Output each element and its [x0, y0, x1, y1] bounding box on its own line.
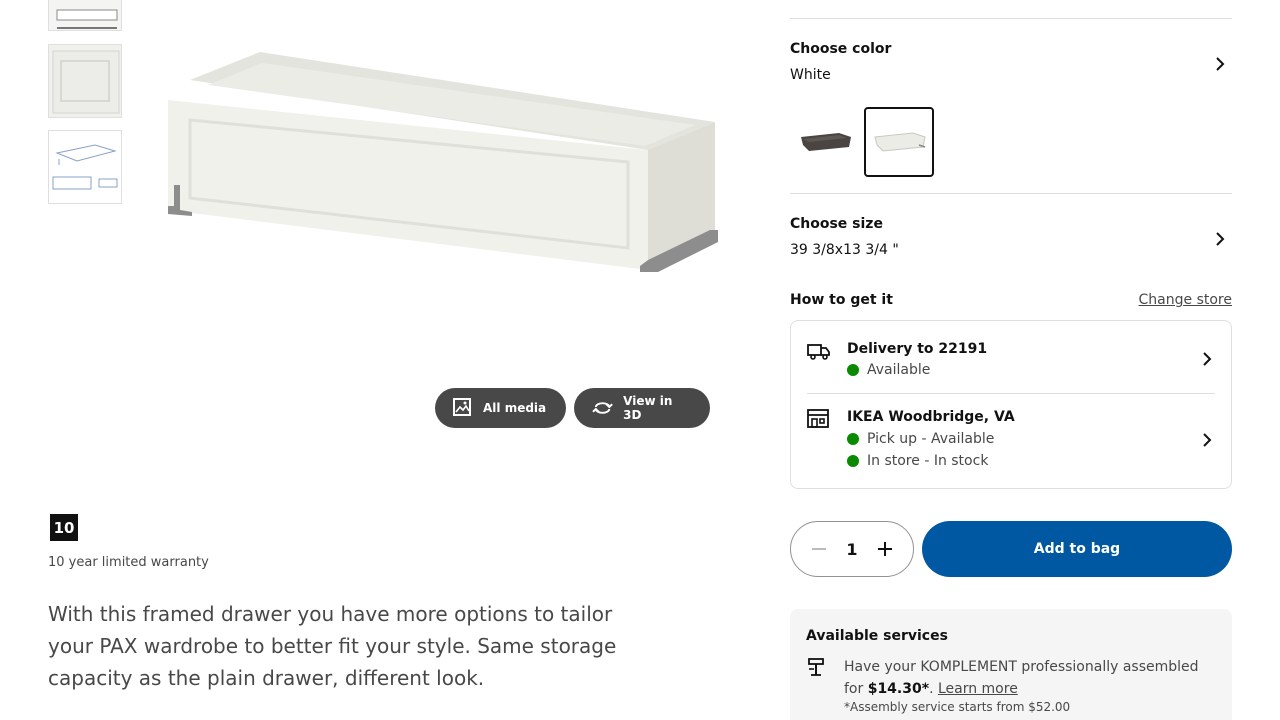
- available-services-panel: Available services Have your KOMPLEMENT …: [790, 609, 1232, 720]
- delivery-title: Delivery to 22191: [847, 341, 988, 357]
- delivery-row[interactable]: Delivery to 22191 Available: [807, 341, 1215, 385]
- thumbnail-1[interactable]: [48, 0, 122, 31]
- store-row[interactable]: IKEA Woodbridge, VA Pick up - Available …: [807, 409, 1215, 473]
- store-icon: [807, 409, 829, 428]
- available-dot: [847, 433, 859, 445]
- delivery-status-text: Available: [867, 362, 931, 378]
- available-dot: [847, 364, 859, 376]
- main-product-image: [150, 30, 750, 310]
- add-to-bag-button[interactable]: Add to bag: [922, 521, 1232, 577]
- warranty-text: 10 year limited warranty: [48, 555, 209, 570]
- pickup-status-text: Pick up - Available: [867, 431, 995, 447]
- availability-box: Delivery to 22191 Available IKEA Woodbri…: [790, 320, 1232, 489]
- choose-color-title: Choose color: [790, 41, 892, 57]
- assembly-note: *Assembly service starts from $52.00: [844, 700, 1071, 714]
- change-store-link[interactable]: Change store: [1139, 292, 1232, 308]
- all-media-button[interactable]: All media: [435, 388, 566, 428]
- learn-more-link[interactable]: Learn more: [938, 681, 1018, 697]
- divider: [807, 393, 1215, 394]
- thumbnail-3[interactable]: [48, 130, 122, 204]
- in-store-status: In store - In stock: [847, 453, 988, 469]
- chevron-right-icon[interactable]: [1199, 432, 1215, 448]
- pickup-status: Pick up - Available: [847, 431, 994, 447]
- warranty-badge: 10: [50, 514, 78, 541]
- delivery-status: Available: [847, 362, 930, 378]
- color-swatch-white[interactable]: [864, 107, 934, 177]
- quantity-stepper: 1: [790, 521, 914, 577]
- view-in-3d-label: View in 3D: [623, 394, 673, 422]
- color-swatch-dark-brown[interactable]: [790, 107, 860, 177]
- store-title: IKEA Woodbridge, VA: [847, 409, 1015, 425]
- product-description: With this framed drawer you have more op…: [48, 602, 617, 690]
- view-in-3d-button[interactable]: View in 3D: [574, 388, 710, 428]
- assembly-price: $14.30*: [867, 681, 930, 697]
- divider: [790, 18, 1232, 19]
- chevron-right-icon[interactable]: [1212, 56, 1228, 72]
- thumbnail-2[interactable]: [48, 44, 122, 118]
- assembly-tool-icon: [808, 658, 824, 676]
- plus-icon: [877, 542, 892, 556]
- gallery-icon: [453, 398, 471, 416]
- selected-color-value: White: [790, 67, 831, 83]
- rotate-3d-icon: [592, 402, 613, 414]
- decrease-quantity-button[interactable]: [809, 539, 829, 559]
- increase-quantity-button[interactable]: [875, 539, 895, 559]
- chevron-right-icon[interactable]: [1212, 231, 1228, 247]
- divider: [790, 193, 1232, 194]
- assembly-service-text: Have your KOMPLEMENT professionally asse…: [844, 656, 1216, 700]
- selected-size-value: 39 3/8x13 3/4 ": [790, 242, 899, 258]
- all-media-label: All media: [483, 401, 547, 415]
- minus-icon: [812, 548, 826, 550]
- truck-icon: [807, 344, 830, 360]
- chevron-right-icon[interactable]: [1199, 351, 1215, 367]
- in-store-status-text: In store - In stock: [867, 453, 989, 469]
- services-title: Available services: [806, 628, 948, 644]
- available-dot: [847, 455, 859, 467]
- how-to-get-it-title: How to get it: [790, 292, 893, 308]
- assembly-sep: .: [929, 681, 934, 697]
- choose-size-title: Choose size: [790, 216, 883, 232]
- quantity-value[interactable]: 1: [846, 540, 857, 559]
